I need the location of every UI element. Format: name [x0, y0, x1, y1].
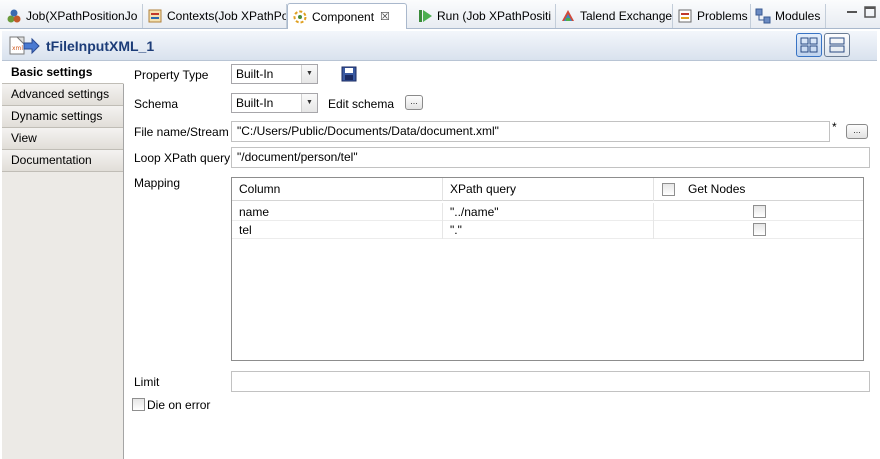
chevron-down-icon: ▼	[301, 65, 317, 83]
xpath-cell[interactable]: "."	[443, 221, 654, 239]
browse-file-button[interactable]: ...	[846, 124, 868, 139]
contexts-icon	[147, 8, 163, 24]
maximize-icon[interactable]	[862, 4, 878, 20]
exchange-icon	[560, 8, 576, 24]
nav-dynamic-settings[interactable]: Dynamic settings	[2, 106, 123, 128]
run-icon	[417, 8, 433, 24]
edit-schema-label: Edit schema	[328, 97, 395, 111]
get-nodes-checkbox[interactable]	[753, 205, 766, 218]
nav-view[interactable]: View	[2, 128, 123, 150]
modules-icon	[755, 8, 771, 24]
editor-tab-bar: Job(XPathPositionJo Contexts(Job XPathPo…	[0, 0, 880, 29]
grid-view-icon	[800, 37, 818, 53]
close-icon[interactable]: ☒	[380, 10, 390, 23]
component-icon	[292, 9, 308, 25]
schema-value: Built-In	[236, 96, 274, 110]
file-input-xml-icon: xml	[9, 36, 40, 55]
loop-xpath-label: Loop XPath query	[134, 151, 231, 165]
tab-label: Contexts(Job XPathPo	[167, 9, 287, 23]
tab-label: Job(XPathPositionJo	[26, 9, 138, 23]
component-header: xml tFileInputXML_1	[2, 31, 877, 61]
xpath-query-header[interactable]: XPath query	[443, 178, 654, 201]
save-icon[interactable]	[341, 66, 357, 82]
tab-problems[interactable]: Problems	[673, 4, 751, 28]
column-header[interactable]: Column	[232, 178, 443, 201]
nav-basic-settings[interactable]: Basic settings	[2, 62, 124, 84]
nav-documentation[interactable]: Documentation	[2, 150, 123, 172]
get-nodes-cell	[654, 203, 863, 221]
list-view-icon	[829, 37, 845, 53]
get-nodes-header-label: Get Nodes	[688, 182, 746, 196]
xpath-cell[interactable]: "../name"	[443, 203, 654, 221]
file-name-field[interactable]: "C:/Users/Public/Documents/Data/document…	[231, 121, 830, 142]
get-nodes-cell	[654, 221, 863, 239]
tab-contexts[interactable]: Contexts(Job XPathPo	[143, 4, 287, 28]
mapping-label: Mapping	[134, 176, 181, 190]
get-nodes-checkbox[interactable]	[753, 223, 766, 236]
edit-schema-button[interactable]: ...	[405, 95, 423, 110]
problems-icon	[677, 8, 693, 24]
tab-run[interactable]: Run (Job XPathPositi	[413, 4, 556, 28]
tab-talend-exchange[interactable]: Talend Exchange	[556, 4, 673, 28]
property-type-label: Property Type	[134, 68, 209, 82]
tab-label: Run (Job XPathPositi	[437, 9, 552, 23]
tab-modules[interactable]: Modules	[751, 4, 826, 28]
get-nodes-all-checkbox[interactable]	[662, 183, 675, 196]
component-title: tFileInputXML_1	[46, 38, 155, 54]
column-cell[interactable]: tel	[232, 221, 443, 239]
die-on-error-checkbox[interactable]	[132, 398, 145, 411]
property-type-select[interactable]: Built-In ▼	[231, 64, 318, 84]
column-cell[interactable]: name	[232, 203, 443, 221]
tab-label: Problems	[697, 9, 748, 23]
svg-text:xml: xml	[12, 45, 23, 52]
tab-label: Modules	[775, 9, 821, 23]
settings-nav: Basic settings Advanced settings Dynamic…	[2, 62, 124, 459]
nav-advanced-settings[interactable]: Advanced settings	[2, 84, 123, 106]
tab-label: Talend Exchange	[580, 9, 673, 23]
tab-job[interactable]: Job(XPathPositionJo	[2, 4, 143, 28]
minimize-icon[interactable]	[844, 4, 860, 20]
required-mark: *	[832, 120, 837, 134]
list-view-button[interactable]	[824, 33, 850, 57]
schema-label: Schema	[134, 97, 179, 111]
table-row[interactable]: tel "."	[232, 221, 863, 239]
get-nodes-header[interactable]: Get Nodes	[654, 178, 863, 201]
file-name-label: File name/Stream	[134, 125, 229, 139]
limit-field[interactable]	[231, 371, 870, 392]
job-icon	[6, 8, 22, 24]
die-on-error-label: Die on error	[147, 398, 211, 412]
schema-select[interactable]: Built-In ▼	[231, 93, 318, 113]
mapping-table: Column XPath query Get Nodes name "../na…	[231, 177, 864, 361]
mapping-table-header: Column XPath query Get Nodes	[232, 178, 863, 201]
limit-label: Limit	[134, 375, 160, 389]
chevron-down-icon: ▼	[301, 94, 317, 112]
tab-label: Component	[312, 9, 375, 24]
table-row[interactable]: name "../name"	[232, 203, 863, 221]
loop-xpath-field[interactable]: "/document/person/tel"	[231, 147, 870, 168]
tab-component[interactable]: Component ☒	[287, 3, 407, 29]
property-type-value: Built-In	[236, 67, 274, 81]
table-view-button[interactable]	[796, 33, 822, 57]
